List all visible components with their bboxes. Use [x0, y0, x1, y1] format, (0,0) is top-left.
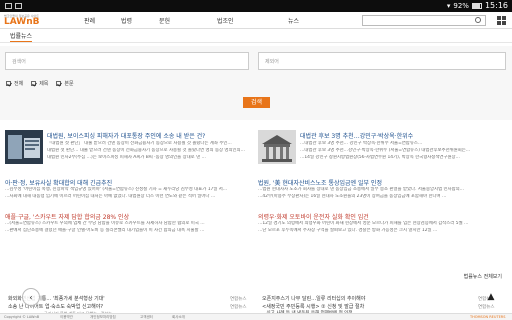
- list-item-source: 연합뉴스: [230, 297, 247, 302]
- scroll-top-button[interactable]: ▲: [484, 291, 498, 303]
- arrow-up-icon: ▲: [487, 292, 495, 302]
- footer-link[interactable]: 회사소개: [172, 315, 185, 320]
- article-snippet: …김부성 '어린이집 폭행, 진상파악 책임규명 있어야' (서울=연합뉴스) …: [5, 187, 228, 192]
- filter-checkboxes: 전체 제목 본문: [6, 80, 74, 87]
- article-snippet: …난 모르포 후두쪽에서 주차장 구역을 살펴보고 있다. 경찰은 방화 가능성…: [258, 228, 438, 233]
- divider: [0, 42, 512, 43]
- back-arrow-icon: ‹: [29, 292, 33, 302]
- exclude-input[interactable]: 제외어: [258, 52, 506, 70]
- lawnb-logo[interactable]: 법조인들의 정보공유 사이트 LAWnB: [4, 14, 40, 27]
- view-all-news-link[interactable]: 법률뉴스 전체보기: [464, 273, 502, 280]
- article-snippet: …판에서 집단소송에 걸렸던 애플·구글 인텔·어도비 등 실리콘밸리 대기업들…: [5, 228, 205, 233]
- article-snippet: 대법원 첫 판단… 대출 받으려 건넨 통장이 전화금융사기 통장으로 사용될 …: [47, 148, 245, 153]
- footer-link[interactable]: 개인정보처리방침: [90, 315, 116, 320]
- article-thumbnail[interactable]: [258, 130, 296, 164]
- screenshot-icon: [15, 3, 22, 9]
- article-title[interactable]: 법원, '美 현대자산비스노조 통상임금엔 일부 인정: [258, 178, 382, 187]
- checkbox-body[interactable]: 본문: [56, 80, 74, 87]
- article-snippet: …12일 경기도 의령에서 의령우화 어린이 화재 현장에서 영문 모르다가 피…: [258, 221, 469, 226]
- search-icon[interactable]: [475, 17, 481, 23]
- clock: 15:16: [484, 1, 508, 10]
- article-snippet: …대법관 후보 3명 추천… 강민구 박상옥·한위수 서울=연합뉴스…: [300, 141, 423, 146]
- list-item[interactable]: 오픈지주스기 나무 달린…일류 리터십의 추이해야: [262, 295, 365, 302]
- nav-item-lawyers[interactable]: 법조인: [217, 16, 234, 25]
- list-item-source: 연합뉴스: [230, 305, 247, 310]
- list-item[interactable]: <새정국민 주민등록 시행> ② 신청 및 발급 절차: [262, 303, 364, 310]
- article-snippet: 대법원 민사2부(주심 …)는 보이스피싱 피해자 A씨가 B씨 ·통장 명의인…: [47, 155, 206, 160]
- nav-item-literature[interactable]: 문헌: [159, 16, 170, 25]
- article-title[interactable]: 대법관 후보 3명 추천…강민구·박상옥·한위수: [300, 131, 413, 140]
- notification-icon: [5, 3, 12, 9]
- list-item-source: 연합뉴스: [478, 305, 495, 310]
- article-snippet: …사회에 대해 대통령 임기에 이르러 어린이집 대처는 아예 없었다. 대법원…: [5, 194, 216, 199]
- logo-text: LAWnB: [4, 17, 40, 27]
- search-button[interactable]: 검색: [243, 97, 270, 108]
- article-snippet: …42부(마용주 부장판사)는 16일 현대자 노조원들의 23명이 상여금을 …: [258, 194, 447, 199]
- article-snippet: …14일 강민구 창원지방법원장(56·사법연수원 14기), 박상옥 한국형사…: [300, 155, 460, 160]
- top-search-input[interactable]: [362, 15, 486, 26]
- article-title[interactable]: 애플·구글, '스카우트 자제 담합 합의금 28% 인상: [5, 212, 129, 221]
- article-snippet: …대법관 후보 3명 추천…강민구·박상옥·한위수 (서울=연합뉴스) 대법관후…: [300, 148, 471, 153]
- article-thumbnail[interactable]: [5, 130, 43, 164]
- article-title[interactable]: 아·판·정, 보유사실 확대합의 대해 긴급추진: [5, 178, 112, 187]
- top-navigation: 법조인들의 정보공유 사이트 LAWnB 판례 법령 문헌 법조인 뉴스: [0, 12, 512, 29]
- wifi-icon: ▾: [446, 1, 451, 10]
- battery-icon: [471, 2, 482, 9]
- article-title[interactable]: 대법원, 보이스피싱 피해자가 대포통장 주인에 소송 내 받은 건?: [47, 131, 205, 140]
- battery-percent: 92%: [453, 1, 469, 10]
- checkbox-body-label: 본문: [64, 81, 74, 87]
- status-bar: ▾ 92% 15:16: [0, 0, 512, 12]
- menu-grid-icon[interactable]: [497, 16, 506, 25]
- nav-item-cases[interactable]: 판례: [84, 16, 95, 25]
- list-item[interactable]: 소송 난 다이어트 업·숙소도 숙박업 신고해야?: [8, 303, 103, 310]
- copyright: Copyright © LAWnB: [4, 315, 40, 319]
- footer-link[interactable]: 고객센터: [140, 315, 153, 320]
- checkbox-title-label: 제목: [39, 81, 49, 87]
- footer: Copyright © LAWnB 이용약관 개인정보처리방침 고객센터 회사소…: [0, 313, 512, 320]
- checkbox-all[interactable]: 전체: [6, 80, 23, 87]
- article-snippet: …(서울=연합뉴스) 스카우트 우의에 업체 간 부당 담합을 이유로 스카우트…: [5, 221, 205, 226]
- nav-item-statutes[interactable]: 법령: [121, 16, 132, 25]
- footer-link[interactable]: 이용약관: [60, 315, 73, 320]
- thomson-reuters-logo: THOMSON REUTERS: [470, 315, 506, 319]
- back-button[interactable]: ‹: [22, 288, 40, 306]
- article-snippet: 「대법원 첫 판단」 대출 받으려 건넨 통장이 전화금융사기 통장으로 사용될…: [47, 141, 232, 146]
- keyword-input[interactable]: 검색어: [5, 52, 249, 70]
- article-snippet: …법원 현대자사 노조가 회사를 상대로 낸 통상임금 소송에서 일부 승소 판…: [258, 187, 465, 192]
- checkbox-all-label: 전체: [14, 81, 24, 87]
- nav-item-news[interactable]: 뉴스: [288, 16, 299, 25]
- checkbox-title[interactable]: 제목: [31, 80, 48, 87]
- article-title[interactable]: 의령우·화제 오토바이 운전자 실화 확인 임건: [258, 212, 369, 221]
